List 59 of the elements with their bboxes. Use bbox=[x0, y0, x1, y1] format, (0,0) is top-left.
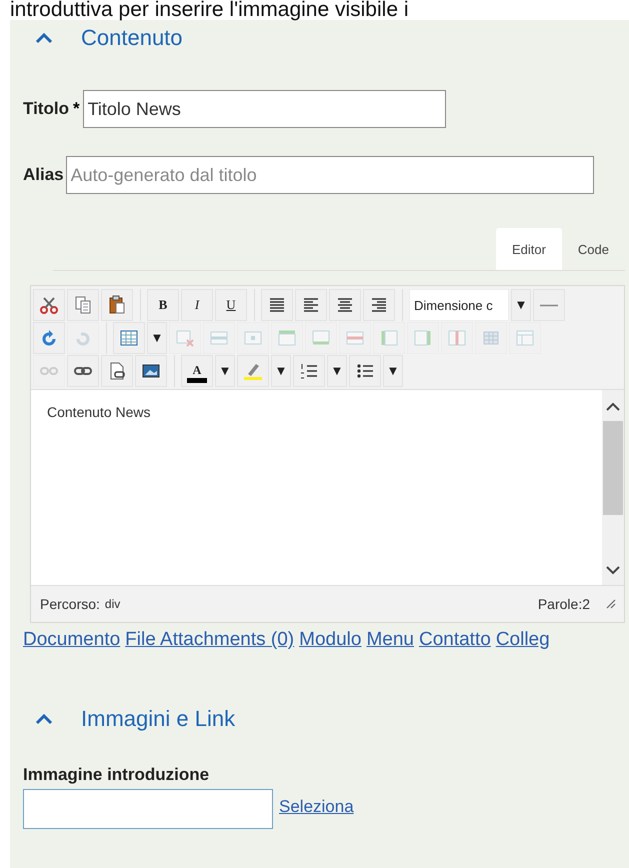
field-label: Alias bbox=[23, 165, 64, 185]
title-field[interactable]: Titolo News bbox=[82, 90, 446, 128]
collapse-chevron-icon[interactable] bbox=[35, 32, 53, 44]
bold-button[interactable]: B bbox=[147, 289, 179, 321]
text-color-button[interactable]: A bbox=[181, 355, 213, 387]
toolbar-button[interactable] bbox=[293, 355, 325, 387]
editor-tab[interactable]: Code bbox=[562, 228, 625, 270]
horizontal-line-icon bbox=[540, 304, 558, 306]
field-label: Immagine introduzione bbox=[23, 765, 210, 785]
table-split-icon bbox=[515, 328, 535, 348]
editor-text: Contenuto News bbox=[46, 403, 152, 422]
toolbar-button[interactable] bbox=[101, 289, 133, 321]
image-field[interactable] bbox=[23, 789, 273, 829]
column-delete-icon bbox=[447, 328, 467, 348]
collapse-chevron-icon[interactable] bbox=[35, 713, 53, 725]
section-title[interactable]: Contenuto bbox=[81, 25, 183, 51]
table-delete-icon bbox=[175, 328, 195, 348]
intro-text: introduttiva per inserire l'immagine visibile i bbox=[9, 0, 410, 20]
scroll-up-icon[interactable] bbox=[606, 402, 620, 411]
editor-link[interactable]: File Attachments (0) bbox=[125, 629, 294, 651]
column-insert-left-icon bbox=[379, 328, 399, 348]
copy-icon bbox=[73, 295, 93, 315]
toolbar-button[interactable] bbox=[295, 289, 327, 321]
resize-grip-icon[interactable] bbox=[606, 599, 616, 609]
font-size-select[interactable]: Dimensione c bbox=[409, 289, 509, 321]
alias-field[interactable]: Auto-generato dal titolo bbox=[66, 156, 594, 194]
editor-link[interactable]: Contatto bbox=[418, 629, 491, 651]
path-value[interactable]: div bbox=[104, 597, 120, 611]
scroll-thumb[interactable] bbox=[603, 421, 623, 515]
underline-button[interactable]: U bbox=[215, 289, 247, 321]
italic-button[interactable]: I bbox=[181, 289, 213, 321]
editor-link[interactable]: Colleg bbox=[496, 629, 550, 651]
editor-link[interactable]: Menu bbox=[366, 629, 414, 651]
highlighter-icon bbox=[243, 361, 263, 381]
scissors-icon bbox=[39, 295, 59, 315]
editor-link[interactable]: Modulo bbox=[299, 629, 362, 651]
toolbar-button[interactable] bbox=[363, 289, 395, 321]
toolbar-button[interactable] bbox=[349, 355, 381, 387]
scroll-down-icon[interactable] bbox=[606, 566, 620, 575]
select-link[interactable]: Seleziona bbox=[279, 797, 354, 817]
field-label: Titolo bbox=[23, 99, 69, 119]
editor-link[interactable]: Documento bbox=[23, 629, 120, 651]
section-title[interactable]: Immagini e Link bbox=[81, 706, 236, 732]
clipboard-icon bbox=[107, 295, 127, 315]
toolbar-button[interactable] bbox=[67, 355, 99, 387]
path-label: Percorso: bbox=[40, 596, 100, 612]
word-count: Parole:2 bbox=[538, 596, 590, 612]
toolbar-button[interactable] bbox=[329, 289, 361, 321]
editor-tab[interactable]: Editor bbox=[496, 228, 562, 270]
toolbar-button[interactable] bbox=[135, 355, 167, 387]
toolbar-button[interactable] bbox=[261, 289, 293, 321]
required-mark: * bbox=[72, 99, 80, 119]
toolbar-button[interactable] bbox=[33, 289, 65, 321]
scrollbar[interactable] bbox=[602, 390, 624, 585]
column-insert-right-icon bbox=[413, 328, 433, 348]
toolbar-button[interactable] bbox=[113, 322, 145, 354]
row-insert-above-icon bbox=[277, 328, 297, 348]
toolbar-button[interactable] bbox=[101, 355, 133, 387]
table-icon bbox=[119, 328, 139, 348]
